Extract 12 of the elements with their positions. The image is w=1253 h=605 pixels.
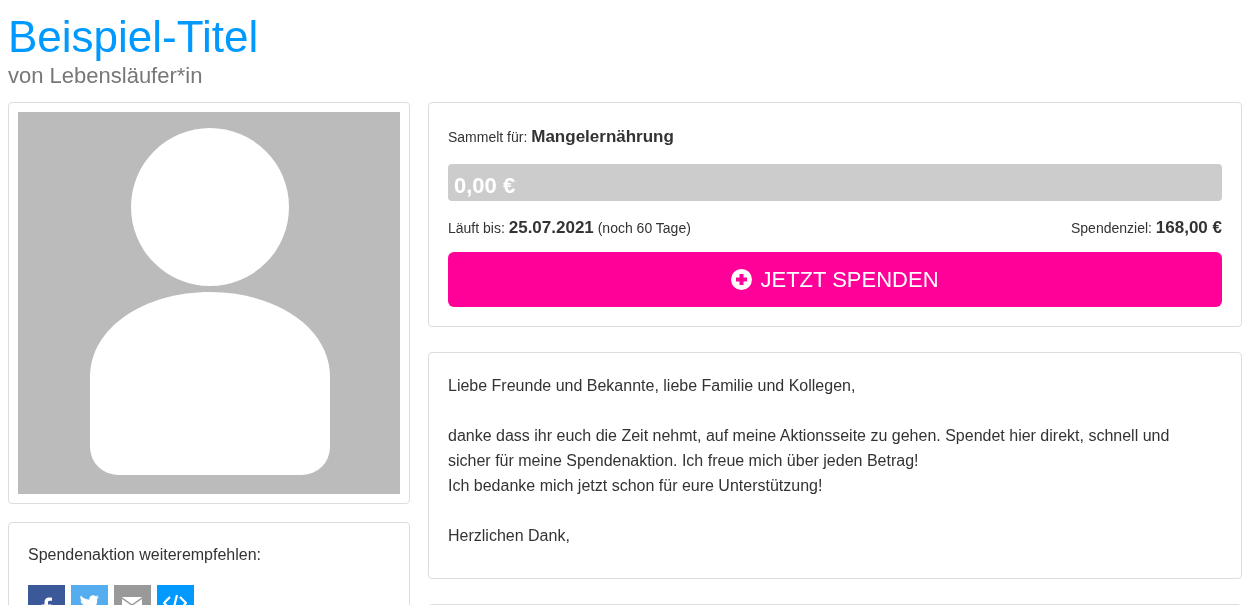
share-heading: Spendenaktion weiterempfehlen:	[28, 545, 263, 566]
collects-for: Sammelt für: Mangelernährung	[448, 126, 675, 149]
message-text: danke dass ihr euch die Zeit nehmt, auf meine Aktionsseite zu gehen. Spendet hier direkt, schnell und sicher für meine Spendenaktion. Ich freue mich über jeden Betrag!	[448, 426, 1171, 472]
donate-button[interactable]: JETZT SPENDEN	[448, 252, 1222, 308]
author-name: von Lebensläufer*in	[8, 64, 203, 89]
message-text: Liebe Freunde und Bekannte, liebe Familie und Kollegen,	[448, 376, 857, 397]
message-text: Herzlichen Dank,	[448, 526, 571, 547]
end-date: Läuft bis: 25.07.2021 (noch 60 Tage)	[448, 216, 691, 239]
message-text: Ich bedanke mich jetzt schon für eure Unterstützung!	[448, 476, 824, 497]
donation-goal: Spendenziel: 168,00 €	[1070, 216, 1222, 239]
page-title: Beispiel-Titel	[8, 13, 259, 62]
plus-circle-icon	[731, 269, 753, 291]
